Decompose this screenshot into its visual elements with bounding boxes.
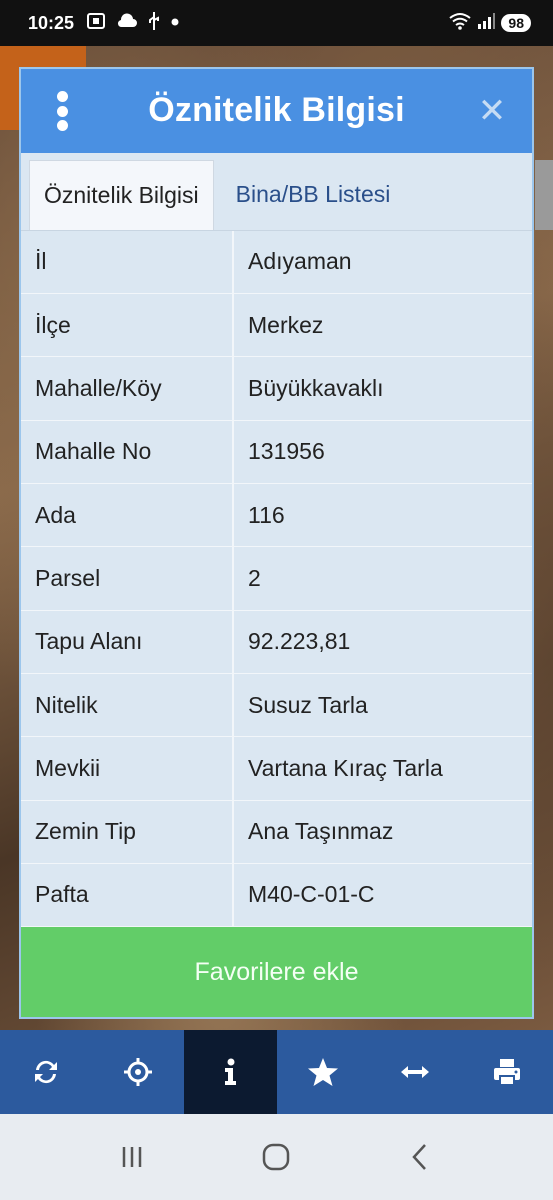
row-key: Tapu Alanı: [21, 610, 234, 673]
table-row: Parsel 2: [21, 547, 532, 611]
locate-button[interactable]: [92, 1030, 184, 1114]
map-gray-strip: [535, 160, 553, 230]
row-value: Merkez: [248, 311, 324, 338]
table-row: İlçe Merkez: [21, 294, 532, 358]
table-row: Pafta M40-C-01-C: [21, 863, 532, 928]
row-value: 116: [248, 501, 285, 528]
row-value: 131956: [248, 438, 325, 465]
home-icon: [263, 1143, 290, 1171]
tab-bar: Öznitelik Bilgisi Bina/BB Listesi: [21, 152, 532, 231]
measure-button[interactable]: [369, 1030, 461, 1114]
row-value: M40-C-01-C: [248, 881, 375, 908]
notification-dot-icon: [170, 14, 180, 32]
status-right: 98: [449, 12, 531, 34]
more-vertical-icon[interactable]: [55, 91, 69, 131]
close-icon[interactable]: ✕: [472, 91, 512, 131]
row-value: Ana Taşınmaz: [248, 818, 394, 845]
row-key: Ada: [21, 484, 234, 547]
measure-arrows-icon: [400, 1066, 429, 1078]
wifi-icon: [449, 12, 472, 34]
row-key: İl: [21, 230, 234, 294]
table-row: Zemin Tip Ana Taşınmaz: [21, 800, 532, 864]
battery-badge: 98: [501, 14, 531, 32]
row-key: İlçe: [21, 294, 234, 357]
row-value: Susuz Tarla: [248, 691, 368, 718]
home-button[interactable]: [246, 1132, 306, 1182]
dialog-header: Öznitelik Bilgisi ✕: [21, 69, 532, 153]
table-row: Tapu Alanı 92.223,81: [21, 610, 532, 674]
attribute-dialog: Öznitelik Bilgisi ✕ Öznitelik Bilgisi Bi…: [19, 67, 534, 1019]
usb-icon: [148, 11, 160, 36]
bottom-toolbar: [0, 1030, 553, 1114]
status-icons: [86, 11, 180, 36]
info-icon: [225, 1058, 237, 1085]
table-row: İl Adıyaman: [21, 230, 532, 295]
crosshair-icon: [124, 1058, 153, 1086]
row-key: Zemin Tip: [21, 800, 234, 863]
row-value: 92.223,81: [248, 628, 351, 655]
system-nav-bar: [0, 1114, 553, 1200]
row-key: Mevkii: [21, 737, 234, 800]
signal-icon: [477, 12, 496, 34]
cloud-icon: [116, 12, 138, 34]
tab-building-list[interactable]: Bina/BB Listesi: [214, 160, 405, 230]
table-row: Nitelik Susuz Tarla: [21, 673, 532, 738]
tab-attribute-info[interactable]: Öznitelik Bilgisi: [29, 159, 214, 230]
printer-icon: [493, 1059, 520, 1086]
star-icon: [307, 1058, 338, 1086]
row-key: Nitelik: [21, 673, 234, 737]
table-row: Mahalle/Köy Büyükkavaklı: [21, 357, 532, 421]
table-row: Mahalle No 131956: [21, 420, 532, 485]
back-button[interactable]: [391, 1132, 451, 1182]
row-key: Parsel: [21, 547, 234, 610]
refresh-button[interactable]: [0, 1030, 92, 1114]
table-row: Mevkii Vartana Kıraç Tarla: [21, 737, 532, 801]
row-value: Büyükkavaklı: [248, 375, 384, 402]
screenshot-icon: [86, 12, 106, 35]
back-icon: [412, 1144, 426, 1170]
row-key: Mahalle No: [21, 420, 234, 484]
row-key: Pafta: [21, 863, 234, 927]
attribute-table: İl Adıyaman İlçe Merkez Mahalle/Köy Büyü…: [21, 230, 532, 928]
recent-apps-icon: [122, 1147, 142, 1167]
table-row: Ada 116: [21, 484, 532, 548]
row-key: Mahalle/Köy: [21, 357, 234, 420]
status-time: 10:25: [28, 12, 75, 33]
add-favorite-button[interactable]: Favorilere ekle: [21, 927, 532, 1017]
dialog-title: Öznitelik Bilgisi: [148, 91, 405, 130]
row-value: Adıyaman: [248, 248, 352, 275]
row-value: Vartana Kıraç Tarla: [248, 754, 443, 781]
refresh-icon: [35, 1060, 58, 1084]
print-button[interactable]: [461, 1030, 553, 1114]
info-button[interactable]: [184, 1030, 277, 1114]
favorites-button[interactable]: [277, 1030, 369, 1114]
status-bar: 10:25 98: [0, 0, 553, 46]
row-value: 2: [248, 564, 261, 591]
recent-apps-button[interactable]: [102, 1132, 162, 1182]
